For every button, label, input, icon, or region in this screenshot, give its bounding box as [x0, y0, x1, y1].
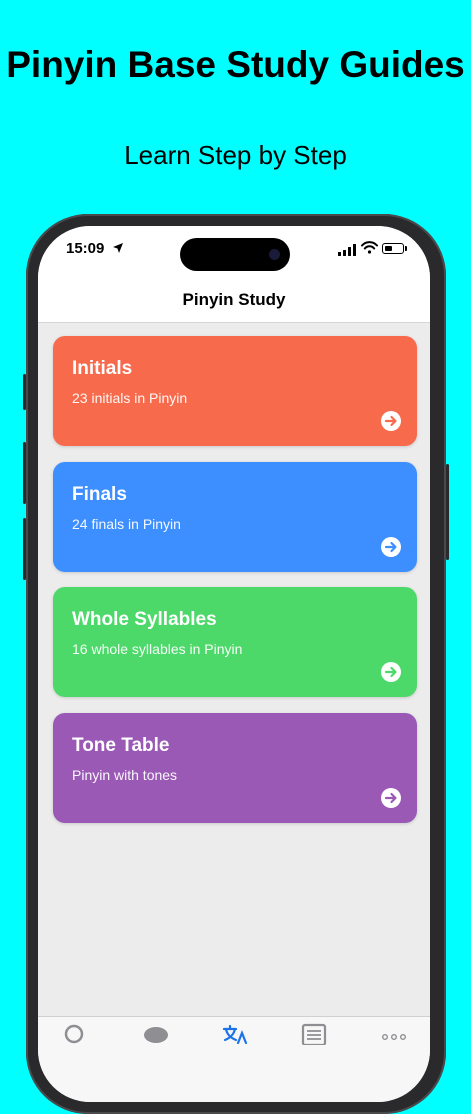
card-tone-table[interactable]: Tone Table Pinyin with tones [53, 713, 417, 823]
arrow-right-circle-icon[interactable] [381, 411, 401, 431]
battery-icon [382, 243, 404, 254]
card-subtitle: 16 whole syllables in Pinyin [72, 641, 243, 657]
card-whole-syllables[interactable]: Whole Syllables 16 whole syllables in Pi… [53, 587, 417, 697]
arrow-right-circle-icon[interactable] [381, 662, 401, 682]
arrow-right-circle-icon[interactable] [381, 788, 401, 808]
battery-tip [405, 246, 407, 251]
card-title: Tone Table [72, 735, 170, 756]
dynamic-island [180, 238, 290, 271]
cellular-signal-icon [338, 244, 356, 256]
camera-icon [269, 249, 280, 260]
status-bar: 15:09 [38, 226, 430, 278]
promo-headline: Pinyin Base Study Guides [6, 44, 465, 85]
card-subtitle: Pinyin with tones [72, 767, 178, 783]
card-title: Whole Syllables [72, 609, 217, 630]
more-icon[interactable] [374, 1021, 414, 1045]
phone-power-button [446, 464, 449, 560]
card-subtitle: 23 initials in Pinyin [72, 390, 188, 406]
promo-subhead: Learn Step by Step [124, 140, 347, 170]
nav-title: Pinyin Study [182, 290, 286, 309]
card-title: Finals [72, 484, 127, 505]
book-icon[interactable] [294, 1021, 334, 1045]
translate-icon[interactable] [214, 1021, 254, 1045]
tab-bar [38, 1016, 430, 1102]
chat-bubble-icon[interactable] [136, 1021, 176, 1045]
navigation-bar: Pinyin Study [38, 278, 430, 323]
card-title: Initials [72, 358, 133, 379]
status-time: 15:09 [66, 240, 105, 257]
location-arrow-icon [113, 243, 123, 253]
arrow-right-circle-icon[interactable] [381, 537, 401, 557]
phone-side-button [23, 374, 26, 410]
phone-volume-up [23, 442, 26, 504]
card-finals[interactable]: Finals 24 finals in Pinyin [53, 462, 417, 572]
wifi-icon [361, 241, 378, 254]
phone-volume-down [23, 518, 26, 580]
search-icon[interactable] [54, 1021, 94, 1045]
card-initials[interactable]: Initials 23 initials in Pinyin [53, 336, 417, 446]
phone-frame: 15:09 Pinyin Study Initials 23 initials … [23, 214, 449, 1114]
card-subtitle: 24 finals in Pinyin [72, 516, 181, 532]
phone-screen: 15:09 Pinyin Study Initials 23 initials … [38, 226, 430, 1102]
